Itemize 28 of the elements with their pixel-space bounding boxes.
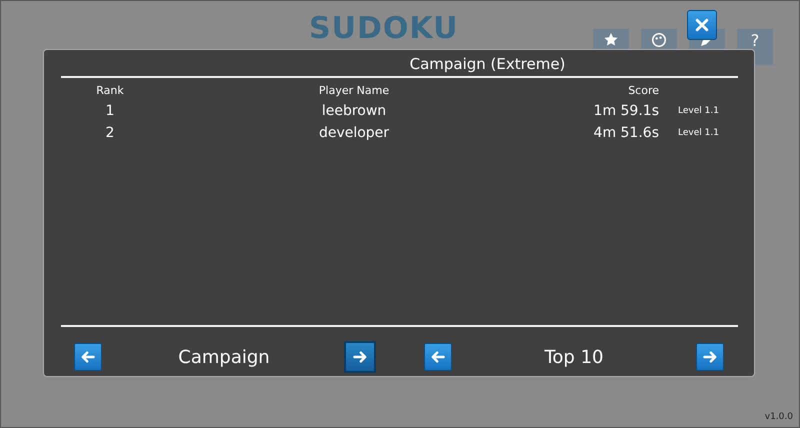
selector-label: Top 10 bbox=[543, 346, 604, 368]
level-cell-text: Level 1.1 bbox=[677, 128, 720, 138]
rank-cell-text: 1 bbox=[104, 102, 116, 120]
logo-text: SUDOKU bbox=[309, 11, 460, 47]
star-icon bbox=[604, 33, 618, 46]
close-button[interactable] bbox=[687, 10, 717, 40]
column-header: Score bbox=[627, 84, 659, 98]
selector-label: Campaign bbox=[177, 346, 271, 368]
left-arrow-icon bbox=[80, 349, 96, 365]
rank-cell-text: 2 bbox=[104, 124, 116, 142]
column-header: Player Name bbox=[318, 84, 390, 98]
right-arrow-icon bbox=[702, 349, 718, 365]
level-cell-text: Level 1.1 bbox=[677, 106, 720, 116]
right-arrow-icon bbox=[352, 349, 368, 365]
previous-button[interactable] bbox=[424, 343, 452, 371]
previous-button[interactable] bbox=[74, 343, 102, 371]
column-header: Rank bbox=[95, 84, 125, 98]
player-cell-text: leebrown bbox=[320, 102, 388, 120]
next-button[interactable] bbox=[344, 341, 376, 373]
version-label: v1.0.0 bbox=[764, 412, 793, 422]
player-cell-text: developer bbox=[318, 124, 390, 142]
score-cell-text: 1m 59.1s bbox=[592, 102, 659, 120]
dialog-title: Campaign (Extreme) bbox=[408, 54, 566, 74]
left-arrow-icon bbox=[430, 349, 446, 365]
close-icon bbox=[694, 17, 710, 33]
palette-icon bbox=[652, 33, 666, 47]
next-button[interactable] bbox=[696, 343, 724, 371]
score-cell-text: 4m 51.6s bbox=[592, 124, 659, 142]
